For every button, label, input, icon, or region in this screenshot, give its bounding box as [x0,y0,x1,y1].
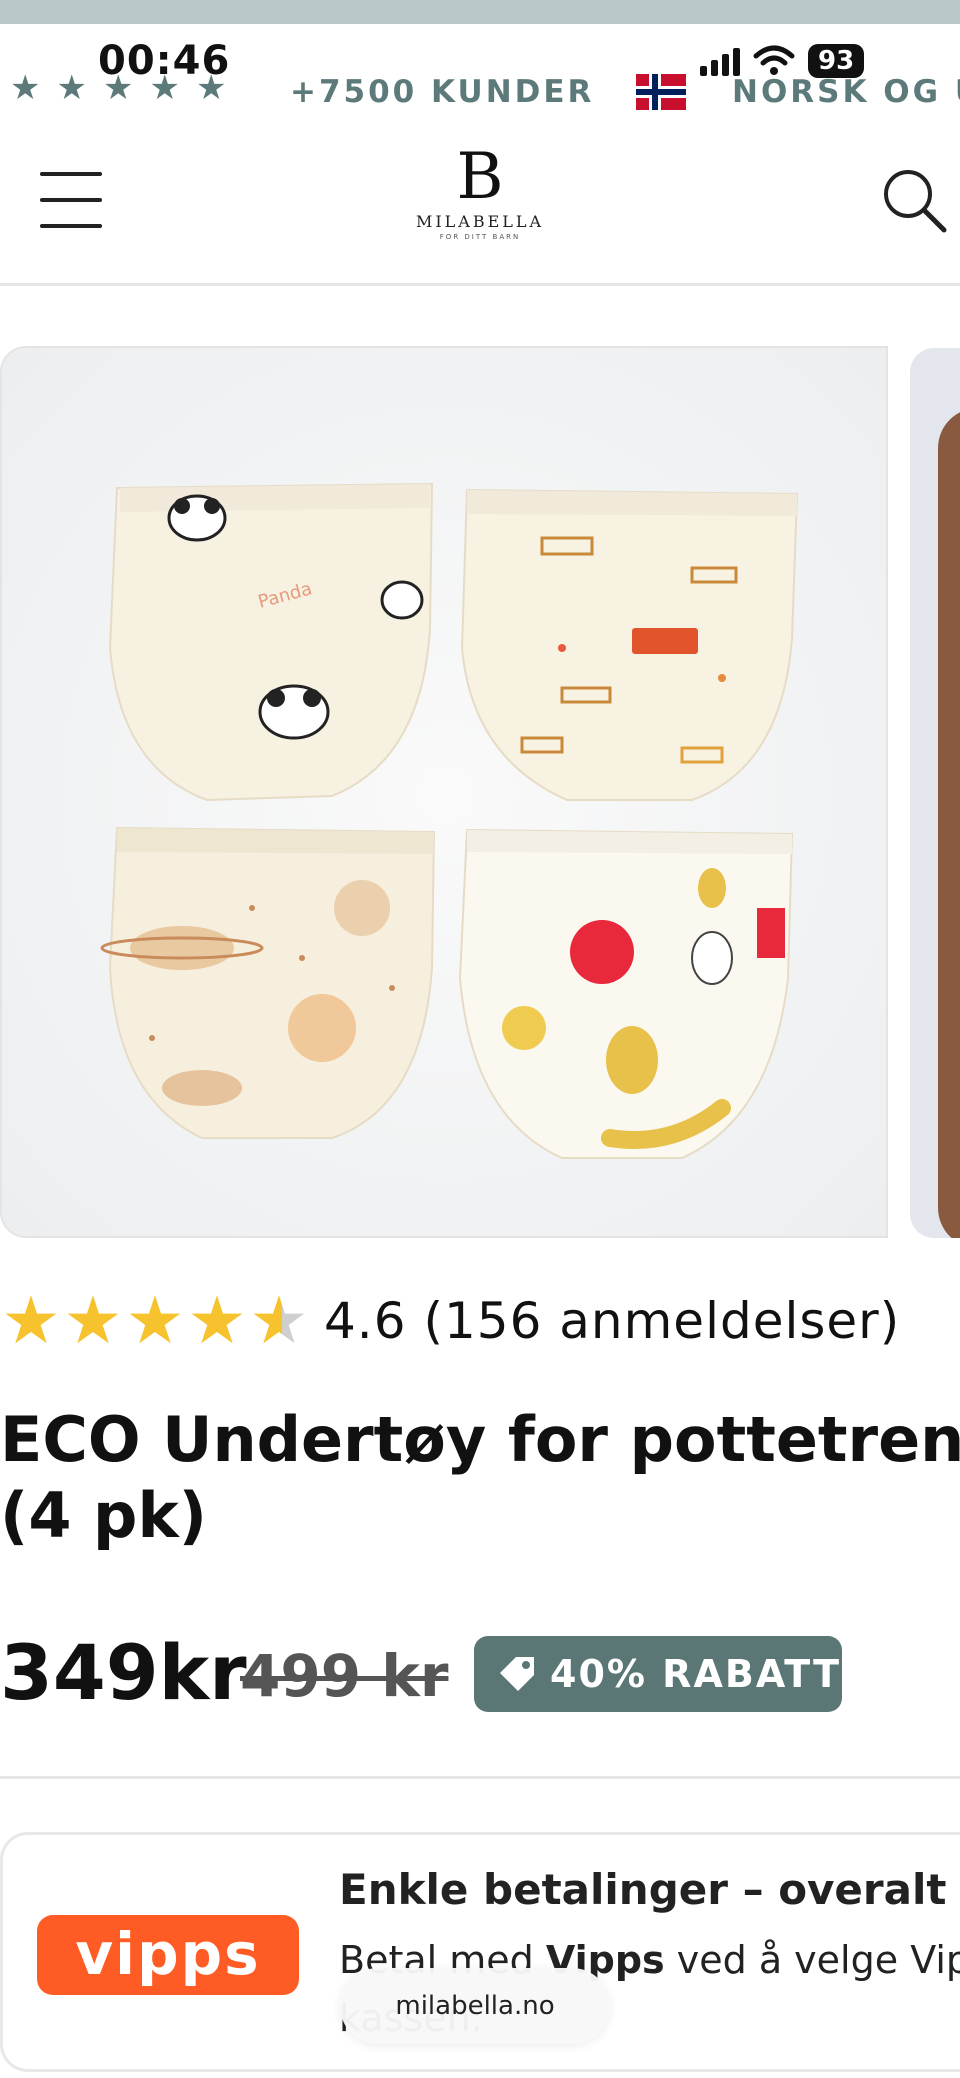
browser-url-bar[interactable]: milabella.no [340,1968,610,2044]
product-title: ECO Undertøy for pottetrening (4 pk) [0,1403,960,1552]
page: ★ ★ ★ ★ ★ +7500 KUNDER NORSK OG UND 00:4… [0,0,960,2078]
rating-text: 4.6 (156 anmeldelser) [324,1292,900,1350]
milabella-logo[interactable]: B MILABELLA FOR DITT BARN [380,142,580,241]
star-icon: ★ [56,68,87,108]
reviews-count: (156 anmeldelser) [423,1292,901,1350]
rating-stars: ★ ★ ★ ★ ★ [0,1288,310,1354]
vipps-logo: vipps [37,1915,299,1995]
wifi-icon [753,45,795,75]
top-strip [0,0,960,24]
rating-value: 4.6 [324,1292,407,1350]
norsk-text: NORSK OG UND [732,74,960,110]
next-product-image[interactable] [910,348,960,1238]
logo-name: MILABELLA [415,212,545,231]
half-star-icon: ★ [249,1282,309,1359]
customers-count: +7500 KUNDER [290,74,595,110]
vipps-title: Enkle betalinger – overalt [339,1865,947,1914]
discount-badge: 40% RABATT [474,1636,842,1712]
product-image[interactable]: Panda [0,346,888,1238]
battery-indicator: 93 [808,44,865,78]
star-icon: ★ [125,1282,185,1359]
current-price: 349kr [0,1628,247,1717]
star-icon: ★ [1,1282,61,1359]
site-header: B MILABELLA FOR DITT BARN [0,116,960,286]
star-icon: ★ [187,1282,247,1359]
training-pants-photo: Panda [2,348,886,1236]
signal-icon [700,46,740,76]
status-icons: 93 [700,44,865,78]
star-icon: ★ [63,1282,123,1359]
discount-label: 40% RABATT [550,1652,841,1696]
star-icon: ★ [10,68,41,108]
tag-icon [500,1657,534,1691]
divider [0,1776,960,1779]
logo-letter: B [456,140,504,214]
logo-tagline: FOR DITT BARN [439,233,521,241]
norway-flag-icon [636,74,686,110]
menu-icon[interactable] [40,170,104,230]
product-rating[interactable]: ★ ★ ★ ★ ★ 4.6 (156 anmeldelser) [0,1286,900,1356]
status-time: 00:46 [98,38,231,84]
search-icon[interactable] [880,166,950,236]
original-price: 499 kr [240,1642,449,1710]
